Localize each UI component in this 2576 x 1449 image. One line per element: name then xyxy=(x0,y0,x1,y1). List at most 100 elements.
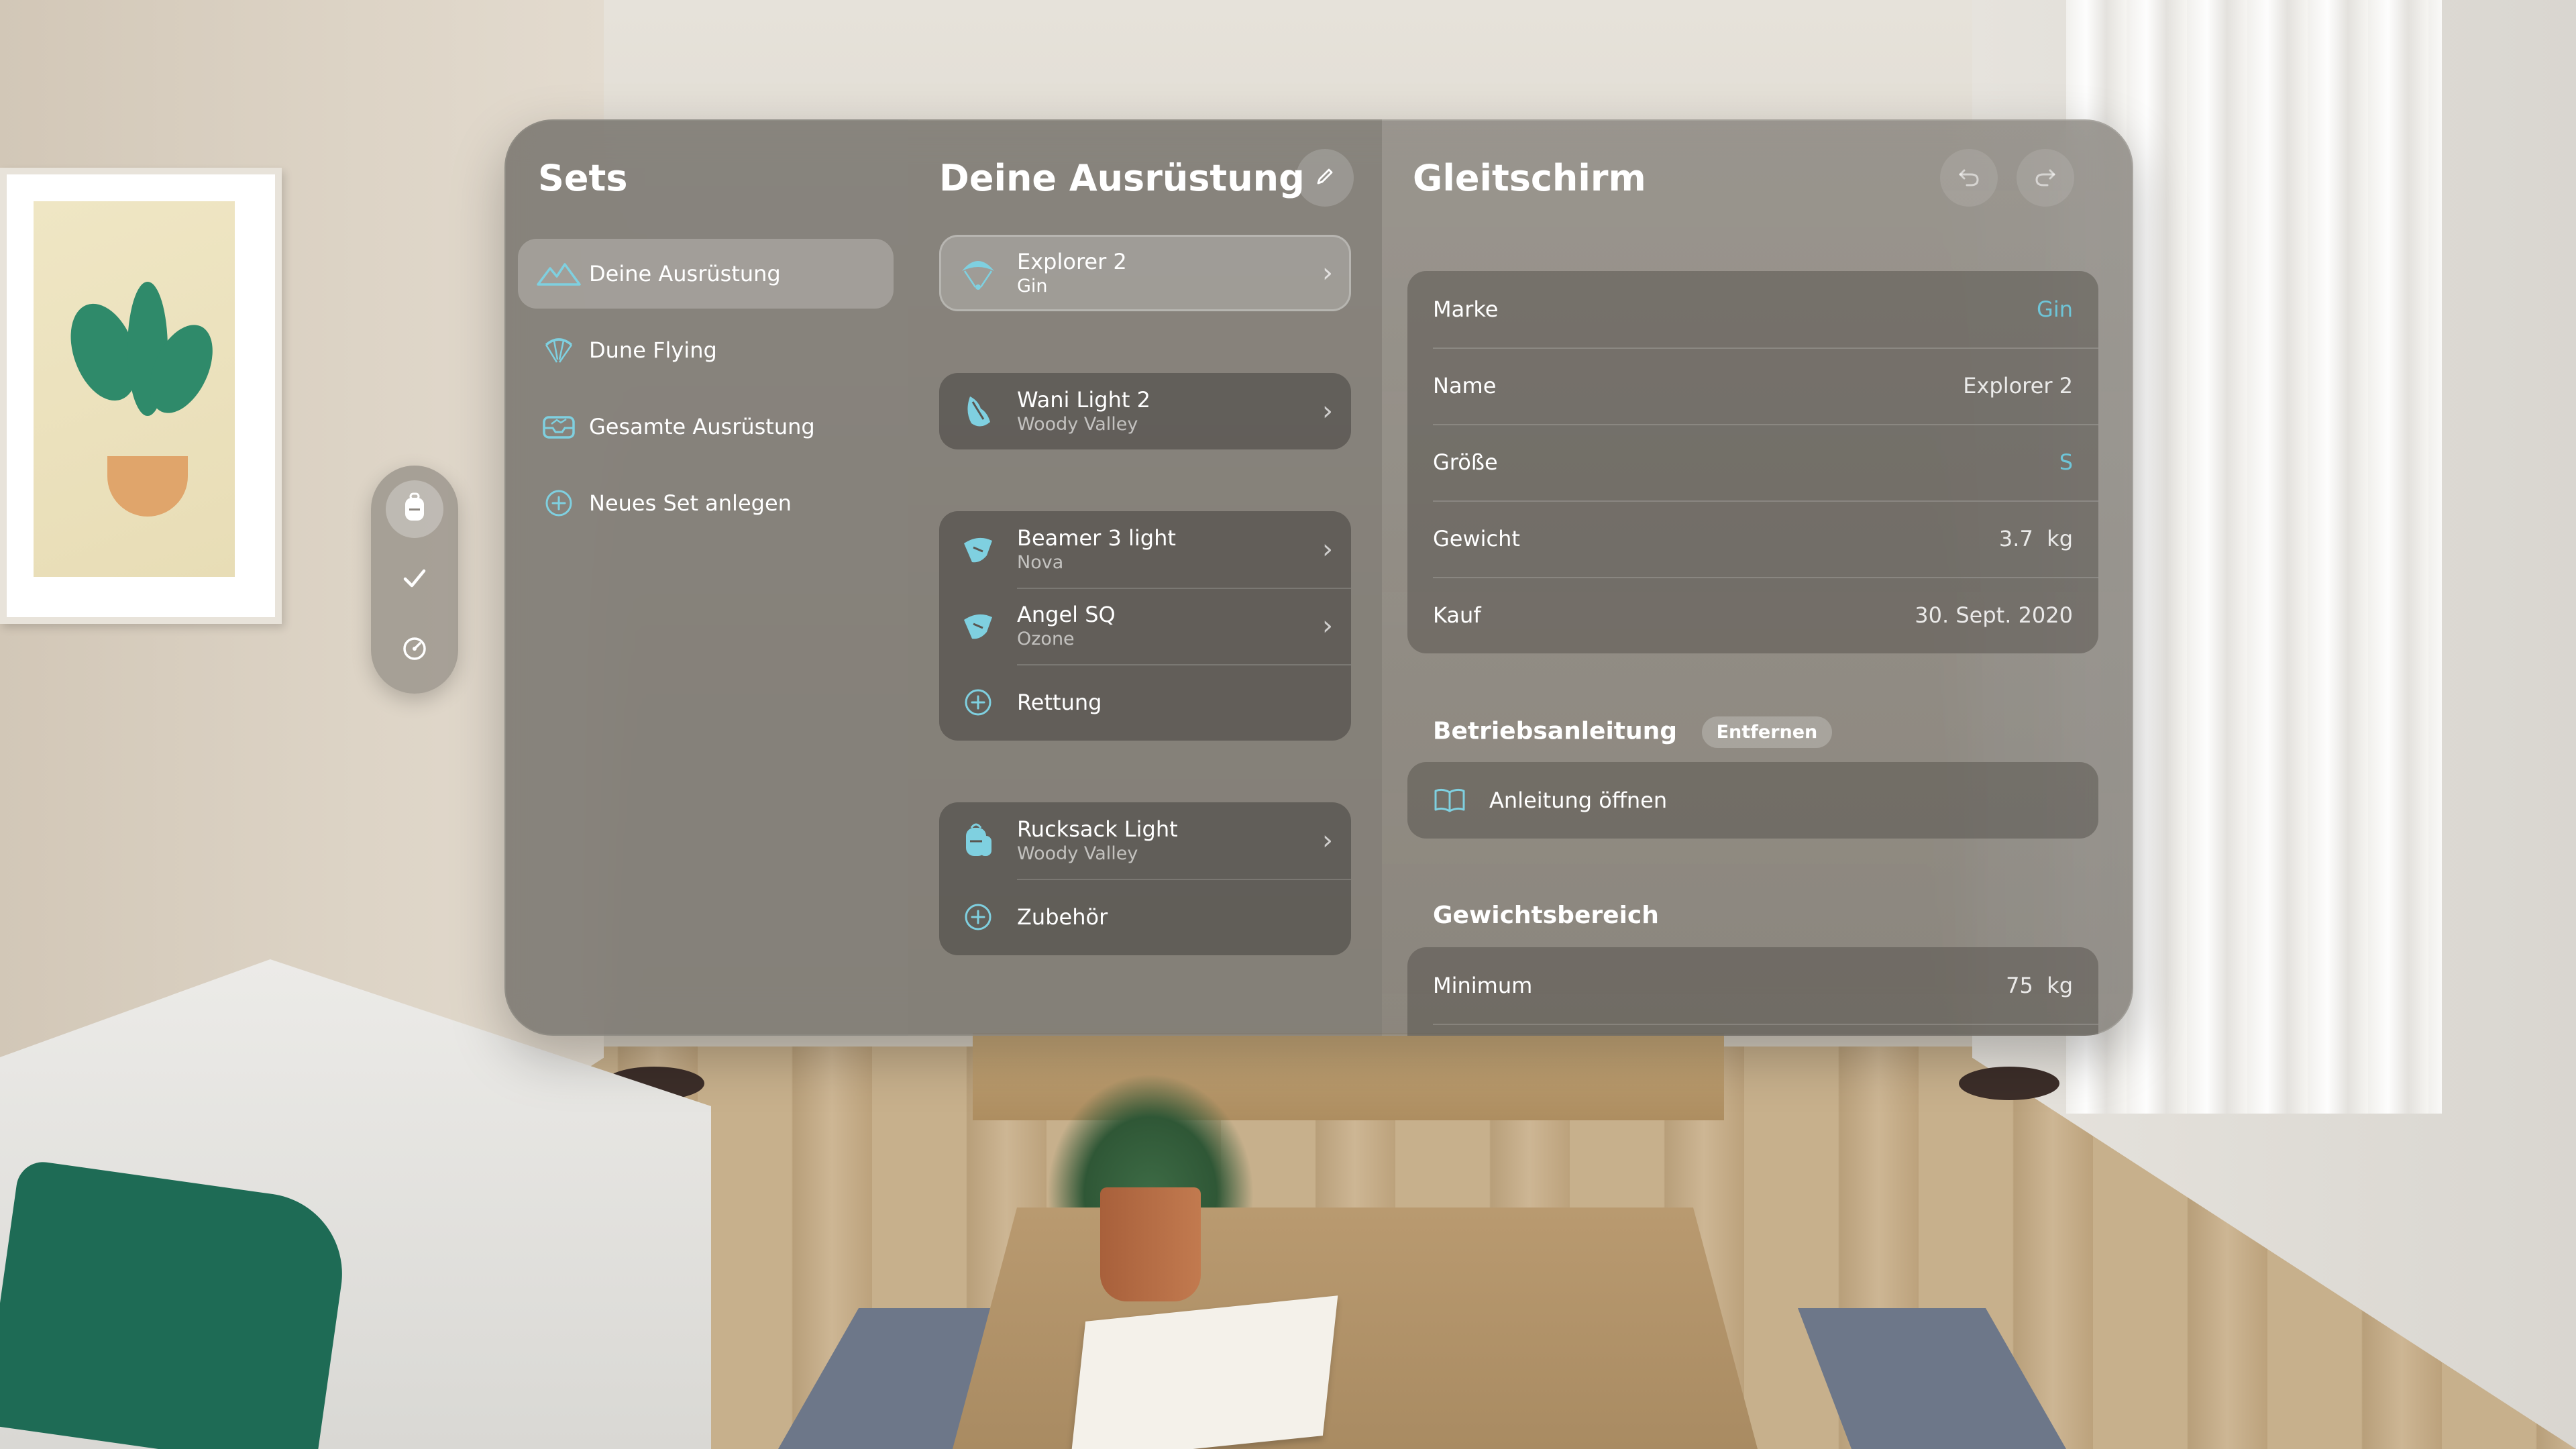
chevron-right-icon: › xyxy=(1322,610,1333,641)
field-label: Gewicht xyxy=(1433,526,1520,551)
backpack-icon xyxy=(939,821,1017,860)
field-name[interactable]: Name Explorer 2 xyxy=(1407,347,2098,424)
coffee-table xyxy=(953,1208,1758,1449)
item-title: Rucksack Light xyxy=(1017,816,1178,842)
item-subtitle: Ozone xyxy=(1017,629,1075,649)
paraglider-icon xyxy=(535,335,582,365)
field-kauf[interactable]: Kauf 30. Sept. 2020 xyxy=(1407,577,2098,653)
remove-manual-button[interactable]: Entfernen xyxy=(1701,716,1833,748)
properties-card: Marke Gin Name Explorer 2 Größe S Gewich… xyxy=(1407,271,2098,653)
field-value: Explorer 2 xyxy=(1963,373,2073,398)
equipment-list: Deine Ausrüstung Explorer 2 Gin › Wani L… xyxy=(908,119,1382,1036)
sidebar-item-neues-set[interactable]: Neues Set anlegen xyxy=(518,468,894,538)
item-title: Beamer 3 light xyxy=(1017,525,1176,551)
field-maximum-partial[interactable] xyxy=(1407,1024,2098,1036)
sidebar-item-label: Neues Set anlegen xyxy=(589,490,792,516)
item-title: Rettung xyxy=(1017,690,1102,715)
list-item-rucksack-light[interactable]: Rucksack Light Woody Valley › xyxy=(939,802,1351,879)
item-title: Zubehör xyxy=(1017,904,1108,930)
sidebar-item-label: Dune Flying xyxy=(589,337,717,363)
chevron-right-icon: › xyxy=(1322,534,1333,565)
tray-icon xyxy=(535,413,582,440)
chevron-right-icon: › xyxy=(1322,258,1333,288)
item-subtitle: Woody Valley xyxy=(1017,843,1138,864)
sidebar-item-label: Deine Ausrüstung xyxy=(589,261,781,286)
mountains-icon xyxy=(535,260,582,287)
list-item-wani-light-2[interactable]: Wani Light 2 Woody Valley › xyxy=(939,373,1351,449)
equipment-group-reserve: Beamer 3 light Nova › Angel SQ Ozone › R… xyxy=(939,511,1351,741)
app-window: Sets Deine Ausrüstung Dune Flying Gesamt… xyxy=(504,119,2133,1036)
wall-picture xyxy=(0,168,282,624)
tab-bar xyxy=(371,466,458,694)
open-manual-label: Anleitung öffnen xyxy=(1489,788,1668,813)
sidebar-item-dune-flying[interactable]: Dune Flying xyxy=(518,315,894,385)
add-rettung-button[interactable]: Rettung xyxy=(939,664,1351,741)
sidebar-item-deine-ausruestung[interactable]: Deine Ausrüstung xyxy=(518,239,894,309)
list-item-angel-sq[interactable]: Angel SQ Ozone › xyxy=(939,588,1351,664)
chevron-right-icon: › xyxy=(1322,825,1333,856)
item-subtitle: Nova xyxy=(1017,552,1064,573)
glider-icon xyxy=(939,255,1017,291)
detail-title: Gleitschirm xyxy=(1413,157,1646,199)
chevron-right-icon: › xyxy=(1322,396,1333,427)
equipment-group-harness: Wani Light 2 Woody Valley › xyxy=(939,373,1351,449)
pillow xyxy=(0,1159,353,1449)
field-label: Größe xyxy=(1433,449,1498,475)
list-item-beamer-3-light[interactable]: Beamer 3 light Nova › xyxy=(939,511,1351,588)
field-gewicht[interactable]: Gewicht 3.7 kg xyxy=(1407,500,2098,577)
field-value: 30. Sept. 2020 xyxy=(1915,602,2073,628)
tab-backpack[interactable] xyxy=(386,480,443,538)
field-value: 3.7 kg xyxy=(1998,526,2073,551)
undo-icon xyxy=(1956,164,1982,192)
sidebar-title: Sets xyxy=(538,157,628,199)
equipment-group-backpack: Rucksack Light Woody Valley › Zubehör xyxy=(939,802,1351,955)
sidebar-item-gesamte-ausruestung[interactable]: Gesamte Ausrüstung xyxy=(518,392,894,462)
field-value: 75 kg xyxy=(2006,973,2073,998)
book-icon xyxy=(1433,787,1489,814)
redo-icon xyxy=(2033,164,2058,192)
field-marke[interactable]: Marke Gin xyxy=(1407,271,2098,347)
manual-section-heading: Betriebsanleitung Entfernen xyxy=(1433,716,1833,748)
item-subtitle: Gin xyxy=(1017,276,1048,297)
page-title: Deine Ausrüstung xyxy=(939,157,1305,199)
open-book xyxy=(1070,1295,1338,1449)
field-label: Minimum xyxy=(1433,973,1533,998)
field-label: Name xyxy=(1433,373,1497,398)
backpack-icon xyxy=(401,492,428,526)
reserve-icon xyxy=(939,531,1017,568)
manual-heading-label: Betriebsanleitung xyxy=(1433,717,1678,745)
gauge-icon xyxy=(400,635,429,665)
item-title: Angel SQ xyxy=(1017,602,1116,627)
edit-button[interactable] xyxy=(1296,149,1354,207)
undo-button[interactable] xyxy=(1940,149,1998,207)
weight-range-card: Minimum 75 kg xyxy=(1407,947,2098,1036)
weight-range-heading: Gewichtsbereich xyxy=(1433,902,1659,929)
open-manual-button[interactable]: Anleitung öffnen xyxy=(1407,762,2098,839)
plant-pot xyxy=(1100,1187,1201,1301)
item-subtitle: Woody Valley xyxy=(1017,414,1138,435)
harness-icon xyxy=(939,392,1017,430)
field-value: S xyxy=(2059,449,2073,475)
speaker-stand-right xyxy=(1959,1067,2059,1100)
equipment-group-glider: Explorer 2 Gin › xyxy=(939,235,1351,311)
field-groesse[interactable]: Größe S xyxy=(1407,424,2098,500)
field-minimum[interactable]: Minimum 75 kg xyxy=(1407,947,2098,1024)
sidebar: Sets Deine Ausrüstung Dune Flying Gesamt… xyxy=(504,119,908,1036)
item-title: Wani Light 2 xyxy=(1017,387,1150,413)
redo-button[interactable] xyxy=(2017,149,2074,207)
add-zubehoer-button[interactable]: Zubehör xyxy=(939,879,1351,955)
manual-card: Anleitung öffnen xyxy=(1407,762,2098,839)
item-title: Explorer 2 xyxy=(1017,249,1127,274)
plus-circle-icon xyxy=(535,488,582,518)
detail-panel: Gleitschirm Marke Gin Name Explorer 2 Gr… xyxy=(1382,119,2133,1036)
field-value: Gin xyxy=(2037,297,2073,322)
sidebar-item-label: Gesamte Ausrüstung xyxy=(589,414,815,439)
checkmark-icon xyxy=(401,565,428,594)
pencil-icon xyxy=(1313,164,1337,191)
field-label: Marke xyxy=(1433,297,1499,322)
tab-gauge[interactable] xyxy=(386,621,443,679)
field-label: Kauf xyxy=(1433,602,1481,628)
tab-checklist[interactable] xyxy=(386,551,443,608)
list-item-explorer-2[interactable]: Explorer 2 Gin › xyxy=(939,235,1351,311)
reserve-icon xyxy=(939,608,1017,644)
